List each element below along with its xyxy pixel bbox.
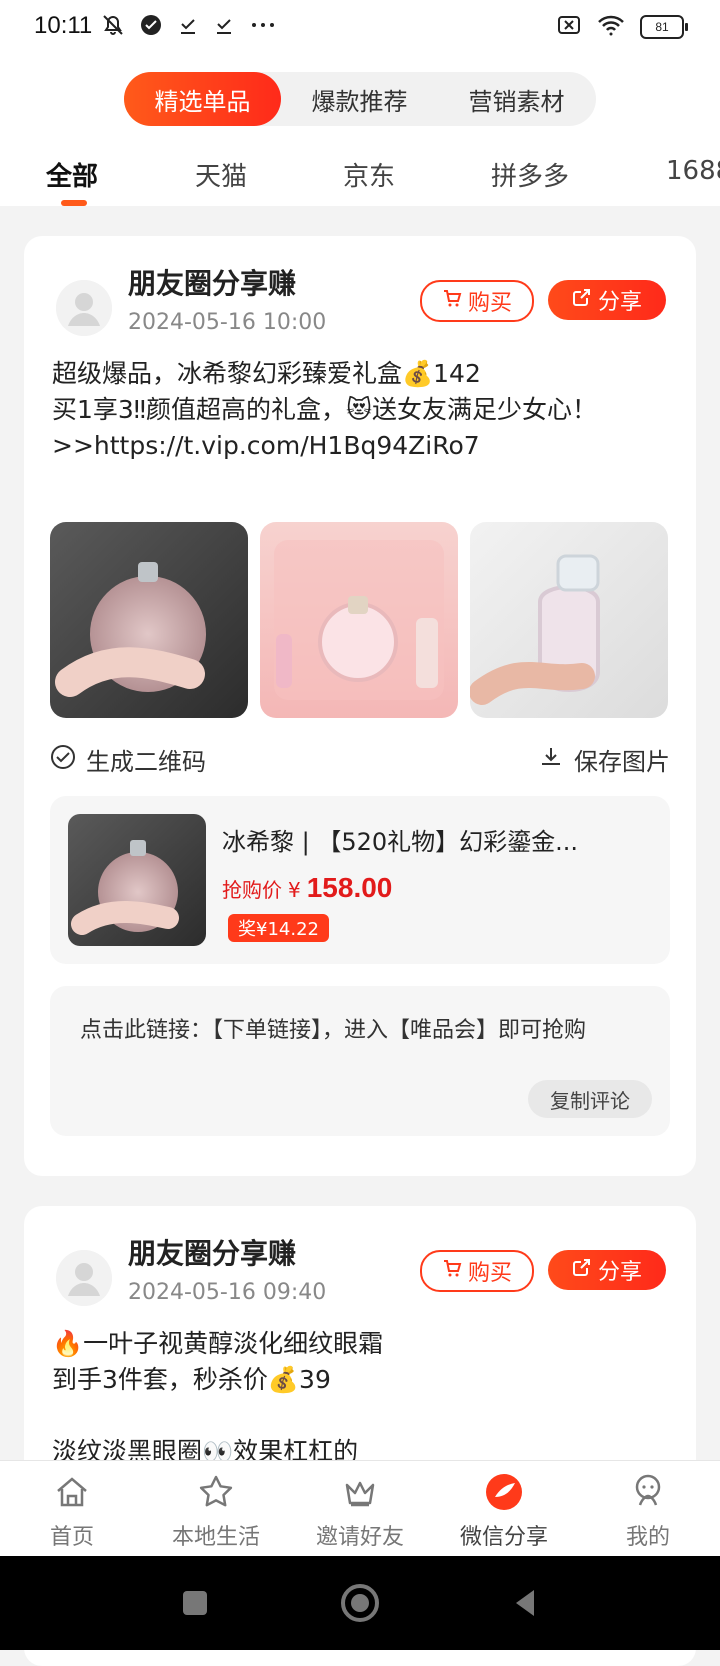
cart-icon [442,1258,462,1284]
segment-hot[interactable]: 爆款推荐 [281,72,438,126]
tab-pdd[interactable]: 拼多多 [491,156,569,193]
home-circle-icon [341,1584,379,1622]
top-segment-bar: 精选单品 爆款推荐 营销素材 [0,56,720,136]
cart-icon [442,288,462,314]
status-right-icons: 81 [556,12,688,42]
share-button[interactable]: 分享 [548,280,666,320]
nav-me[interactable]: 我的 [576,1471,720,1551]
segment-featured[interactable]: 精选单品 [124,72,281,126]
avatar [56,280,112,336]
tab-1688[interactable]: 1688 [666,156,720,186]
generate-qr-button[interactable]: 生成二维码 [50,742,206,777]
post-text: 🔥一叶子视黄醇淡化细纹眼霜 到手3件套，秒杀价💰39 淡纹淡黑眼圈👀效果杠杠的 [52,1329,384,1466]
status-time: 10:11 [34,12,93,39]
product-card[interactable]: 冰希黎 | 【520礼物】幻彩鎏金... 抢购价 ¥ 158.00 奖¥14.2… [50,796,670,964]
nav-home-label: 首页 [49,1525,94,1550]
system-navigation [0,1556,720,1650]
back-button[interactable] [480,1556,570,1650]
post-card: 朋友圈分享赚 2024-05-16 10:00 购买 分享 超级爆品，冰希黎幻彩… [24,236,696,1176]
post-date: 2024-05-16 10:00 [128,310,327,335]
post-actions: 生成二维码 保存图片 [50,742,670,778]
price-label: 抢购价 [222,878,282,902]
download-icon [538,744,564,776]
nav-wechat-share[interactable]: 微信分享 [432,1471,576,1551]
generate-qr-label: 生成二维码 [86,748,206,776]
user-silhouette-icon [56,280,112,336]
post-text: 超级爆品，冰希黎幻彩臻爱礼盒💰142 买1享3‼颜值超高的礼盒，😻送女友满足少女… [52,359,598,460]
status-bar: 10:11 81 [0,0,720,56]
profile-icon [635,1474,661,1506]
back-icon [516,1590,534,1616]
save-image-label: 保存图片 [574,748,670,776]
post-date: 2024-05-16 09:40 [128,1280,327,1305]
share-icon [572,1257,592,1283]
post-image[interactable] [50,522,248,718]
nav-invite-friends[interactable]: 邀请好友 [288,1471,432,1551]
nav-invite-friends-label: 邀请好友 [315,1525,404,1550]
nav-me-label: 我的 [625,1525,670,1550]
platform-tabs: 全部 天猫 京东 拼多多 1688 [0,136,720,206]
nav-local-life-label: 本地生活 [171,1525,260,1550]
mute-icon [100,12,126,42]
recent-apps-button[interactable] [150,1556,240,1650]
star-icon [199,1475,233,1507]
more-icon [248,13,278,41]
product-thumbnail [68,814,206,946]
comment-text: 点击此链接：【下单链接】，进入【唯品会】即可抢购 [80,1018,587,1043]
reward-badge: 奖¥14.22 [228,914,329,942]
wifi-icon [596,12,626,42]
recent-apps-icon [183,1591,207,1615]
save-image-button[interactable]: 保存图片 [538,742,670,777]
product-title: 冰希黎 | 【520礼物】幻彩鎏金... [222,828,579,856]
comment-box: 点击此链接：【下单链接】，进入【唯品会】即可抢购 复制评论 [50,986,670,1136]
share-label: 分享 [597,1260,642,1285]
crown-icon [345,1481,375,1507]
segment-control: 精选单品 爆款推荐 营销素材 [124,72,596,126]
price-currency: ¥ [288,878,301,902]
check-badge-icon [138,12,164,42]
nav-local-life[interactable]: 本地生活 [144,1471,288,1551]
tab-all[interactable]: 全部 [46,156,98,193]
tab-underline [61,200,87,206]
leaf-icon [486,1474,522,1510]
tab-tmall[interactable]: 天猫 [195,156,247,193]
status-left-icons [100,10,278,44]
home-icon [57,1477,87,1507]
sim-off-icon [556,12,582,42]
share-icon [572,287,592,313]
download-done-icon-2 [212,13,236,41]
buy-label: 购买 [467,291,512,316]
tab-jd[interactable]: 京东 [343,156,395,193]
segment-marketing[interactable]: 营销素材 [438,72,595,126]
nav-home[interactable]: 首页 [0,1471,144,1551]
price-row: 抢购价 ¥ 158.00 [222,872,392,904]
check-circle-icon [50,744,76,776]
post-image[interactable] [470,522,668,718]
buy-button[interactable]: 购买 [420,1250,534,1292]
bottom-navigation: 首页 本地生活 邀请好友 微信分享 我的 [0,1460,720,1557]
download-done-icon [176,13,200,41]
home-button[interactable] [315,1556,405,1650]
buy-label: 购买 [467,1261,512,1286]
share-label: 分享 [597,290,642,315]
user-silhouette-icon [56,1250,112,1306]
post-image[interactable] [260,522,458,718]
author-name: 朋友圈分享赚 [128,267,297,300]
nav-wechat-share-label: 微信分享 [459,1525,548,1550]
share-button[interactable]: 分享 [548,1250,666,1290]
image-grid [50,522,670,718]
author-name: 朋友圈分享赚 [128,1237,297,1270]
battery-indicator: 81 [640,15,688,39]
avatar [56,1250,112,1306]
price-value: 158.00 [306,872,393,903]
buy-button[interactable]: 购买 [420,280,534,322]
copy-comment-button[interactable]: 复制评论 [528,1080,652,1118]
